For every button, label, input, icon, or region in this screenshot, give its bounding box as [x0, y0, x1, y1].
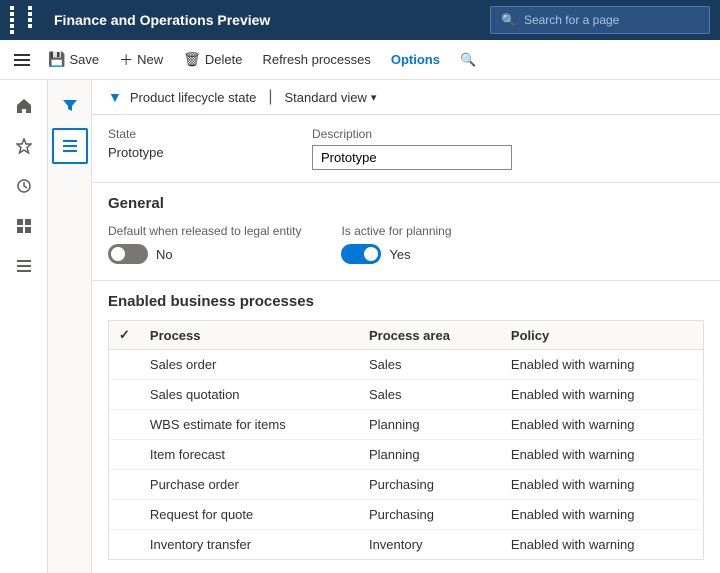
active-toggle-text: Yes	[389, 247, 410, 262]
table-row[interactable]: Request for quote Purchasing Enabled wit…	[109, 500, 704, 530]
bp-section: Enabled business processes ✓ Process Pro…	[92, 281, 720, 572]
app-title: Finance and Operations Preview	[54, 12, 480, 28]
col-area: Process area	[359, 321, 501, 350]
description-field-group: Description	[312, 127, 512, 170]
sec-nav-list[interactable]	[52, 128, 88, 164]
row-area-0: Sales	[359, 350, 501, 380]
table-row[interactable]: Sales order Sales Enabled with warning	[109, 350, 704, 380]
form-fields: State Prototype Description	[92, 115, 720, 183]
save-icon: 💾	[48, 51, 65, 68]
row-process-2: WBS estimate for items	[140, 410, 359, 440]
row-check-0[interactable]	[109, 350, 140, 380]
toolbar-search-button[interactable]: 🔍	[452, 48, 484, 72]
row-policy-0: Enabled with warning	[501, 350, 704, 380]
table-row[interactable]: WBS estimate for items Planning Enabled …	[109, 410, 704, 440]
state-value: Prototype	[108, 145, 288, 160]
description-input[interactable]	[312, 145, 512, 170]
general-title: General	[108, 195, 704, 212]
row-area-3: Planning	[359, 440, 501, 470]
description-label: Description	[312, 127, 512, 141]
global-search[interactable]: 🔍 Search for a page	[490, 6, 710, 34]
table-row[interactable]: Sales quotation Sales Enabled with warni…	[109, 380, 704, 410]
active-label: Is active for planning	[341, 224, 451, 238]
col-policy: Policy	[501, 321, 704, 350]
col-process: Process	[140, 321, 359, 350]
row-check-2[interactable]	[109, 410, 140, 440]
sec-nav-filter[interactable]	[52, 88, 88, 124]
search-icon: 🔍	[501, 13, 516, 27]
top-bar: Finance and Operations Preview 🔍 Search …	[0, 0, 720, 40]
new-icon: ＋	[119, 50, 133, 70]
col-check: ✓	[109, 321, 140, 350]
active-toggle-group: Is active for planning Yes	[341, 224, 451, 264]
row-policy-2: Enabled with warning	[501, 410, 704, 440]
secondary-nav	[48, 80, 92, 573]
table-row[interactable]: Inventory transfer Inventory Enabled wit…	[109, 530, 704, 560]
nav-modules[interactable]	[6, 248, 42, 284]
state-label: State	[108, 127, 288, 141]
new-button[interactable]: ＋ New	[111, 46, 171, 74]
row-area-4: Purchasing	[359, 470, 501, 500]
row-policy-1: Enabled with warning	[501, 380, 704, 410]
left-nav	[0, 80, 48, 573]
default-toggle-group: Default when released to legal entity No	[108, 224, 301, 264]
row-policy-4: Enabled with warning	[501, 470, 704, 500]
app-grid-icon[interactable]	[10, 6, 44, 34]
breadcrumb-separator: |	[268, 88, 272, 106]
nav-workspace[interactable]	[6, 208, 42, 244]
row-policy-3: Enabled with warning	[501, 440, 704, 470]
delete-icon: 🗑	[183, 51, 201, 68]
table-row[interactable]: Item forecast Planning Enabled with warn…	[109, 440, 704, 470]
row-process-4: Purchase order	[140, 470, 359, 500]
default-toggle-text: No	[156, 247, 173, 262]
breadcrumb-page: Product lifecycle state	[130, 90, 256, 105]
action-bar: 💾 Save ＋ New 🗑 Delete Refresh processes …	[0, 40, 720, 80]
row-policy-5: Enabled with warning	[501, 500, 704, 530]
nav-home[interactable]	[6, 88, 42, 124]
row-check-6[interactable]	[109, 530, 140, 560]
row-process-6: Inventory transfer	[140, 530, 359, 560]
options-button[interactable]: Options	[383, 48, 448, 71]
breadcrumb-filter-icon: ▼	[108, 89, 122, 105]
row-check-1[interactable]	[109, 380, 140, 410]
nav-recent[interactable]	[6, 168, 42, 204]
bp-title: Enabled business processes	[108, 293, 704, 310]
default-label: Default when released to legal entity	[108, 224, 301, 238]
row-process-5: Request for quote	[140, 500, 359, 530]
active-toggle[interactable]	[341, 244, 381, 264]
bp-table: ✓ Process Process area Policy Sales orde…	[108, 320, 704, 560]
general-section: General Default when released to legal e…	[92, 183, 720, 281]
row-area-5: Purchasing	[359, 500, 501, 530]
row-policy-6: Enabled with warning	[501, 530, 704, 560]
row-process-1: Sales quotation	[140, 380, 359, 410]
toolbar-search-icon: 🔍	[460, 52, 476, 68]
hamburger-menu[interactable]	[8, 48, 36, 72]
row-check-5[interactable]	[109, 500, 140, 530]
view-selector[interactable]: Standard view ▾	[284, 90, 376, 105]
chevron-down-icon: ▾	[371, 91, 377, 104]
table-header-row: ✓ Process Process area Policy	[109, 321, 704, 350]
table-row[interactable]: Purchase order Purchasing Enabled with w…	[109, 470, 704, 500]
state-field-group: State Prototype	[108, 127, 288, 160]
main-layout: ▼ Product lifecycle state | Standard vie…	[0, 80, 720, 573]
row-area-1: Sales	[359, 380, 501, 410]
row-check-4[interactable]	[109, 470, 140, 500]
refresh-button[interactable]: Refresh processes	[254, 48, 378, 71]
row-check-3[interactable]	[109, 440, 140, 470]
row-area-2: Planning	[359, 410, 501, 440]
nav-star[interactable]	[6, 128, 42, 164]
delete-button[interactable]: 🗑 Delete	[175, 47, 250, 72]
breadcrumb-bar: ▼ Product lifecycle state | Standard vie…	[92, 80, 720, 115]
search-placeholder: Search for a page	[524, 13, 619, 27]
row-process-0: Sales order	[140, 350, 359, 380]
row-process-3: Item forecast	[140, 440, 359, 470]
row-area-6: Inventory	[359, 530, 501, 560]
main-content: ▼ Product lifecycle state | Standard vie…	[92, 80, 720, 573]
default-toggle[interactable]	[108, 244, 148, 264]
save-button[interactable]: 💾 Save	[40, 47, 107, 72]
